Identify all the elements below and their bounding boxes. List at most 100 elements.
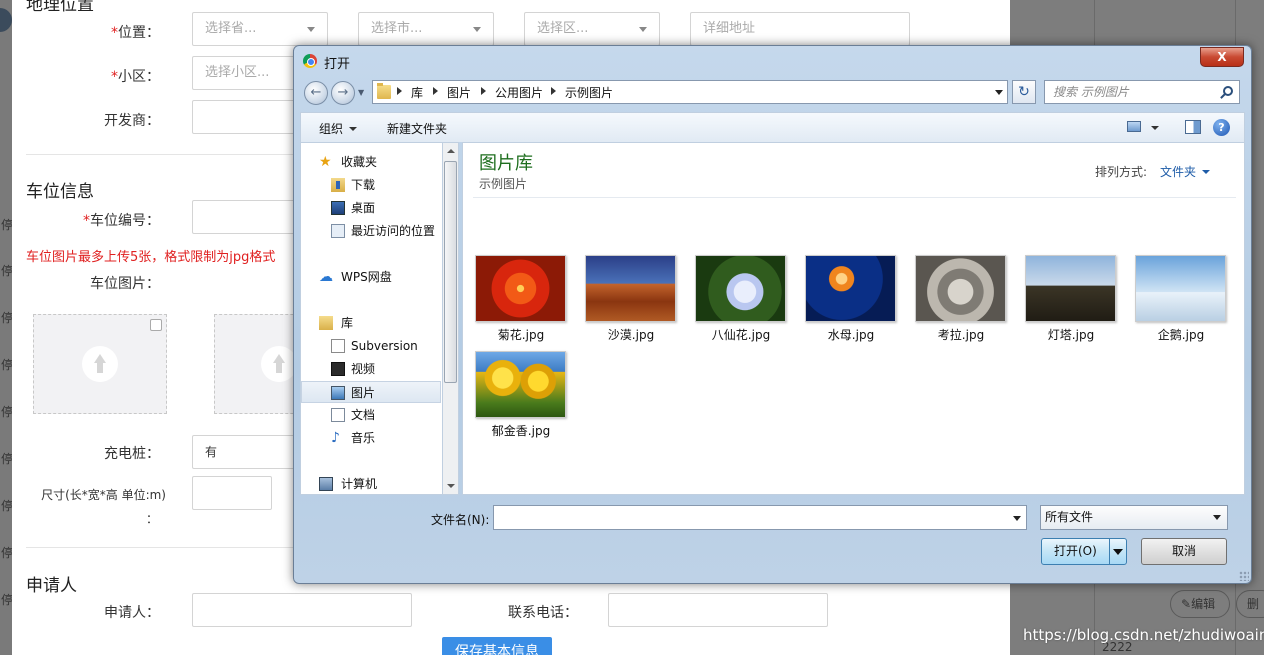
select-checkbox[interactable] xyxy=(150,319,162,331)
search-icon[interactable] xyxy=(1223,86,1233,96)
library-title: 图片库 xyxy=(479,153,533,174)
dialog-titlebar[interactable]: 打开 X xyxy=(294,46,1251,76)
section-title-applicant: 申请人 xyxy=(26,576,77,596)
nav-item-videos[interactable]: 视频 xyxy=(301,358,441,380)
breadcrumb-arrow-icon xyxy=(397,87,402,95)
image-thumbnail xyxy=(475,351,566,418)
size-input[interactable] xyxy=(192,476,272,510)
nav-item-favorites[interactable]: ★ 收藏夹 xyxy=(301,151,441,173)
image-thumbnail xyxy=(585,255,676,322)
close-button[interactable]: X xyxy=(1200,47,1244,67)
developer-label: 开发商： xyxy=(104,113,160,129)
breadcrumb-item[interactable]: 库 xyxy=(411,84,423,101)
refresh-button[interactable]: ↻ xyxy=(1012,80,1036,104)
city-select[interactable]: 选择市... xyxy=(358,12,494,46)
computer-icon xyxy=(319,477,333,491)
province-select[interactable]: 选择省... xyxy=(192,12,328,46)
nav-scrollbar[interactable] xyxy=(442,142,459,495)
new-folder-button[interactable]: 新建文件夹 xyxy=(387,120,447,137)
library-subtitle: 示例图片 xyxy=(479,177,528,191)
nav-item-wps-cloud[interactable]: ☁ WPS网盘 xyxy=(301,266,441,288)
address-bar[interactable]: 库 图片 公用图片 示例图片 xyxy=(372,80,1008,104)
scrollbar-thumb[interactable] xyxy=(444,161,457,383)
chevron-down-icon[interactable] xyxy=(1013,516,1021,521)
folder-icon xyxy=(377,83,391,99)
breadcrumb-item[interactable]: 图片 xyxy=(447,84,471,101)
download-folder-icon xyxy=(331,178,345,192)
filename-label: 文件名(N): xyxy=(431,513,490,527)
avatar xyxy=(0,8,12,32)
watermark: https://blog.csdn.net/zhudiwoaini xyxy=(1023,626,1264,644)
navigation-pane: ★ 收藏夹 下载 桌面 最近访问的位置 ☁ WPS网盘 库 Subversion 视… xyxy=(300,142,442,495)
file-name: 郁金香.jpg xyxy=(491,424,551,438)
chevron-down-icon xyxy=(349,127,358,131)
scroll-down-icon[interactable] xyxy=(447,484,455,488)
library-icon xyxy=(319,316,333,330)
breadcrumb-arrow-icon xyxy=(481,87,486,95)
back-button[interactable]: ← xyxy=(304,81,328,105)
search-input[interactable]: 搜索 示例图片 xyxy=(1044,80,1240,104)
file-item[interactable]: 沙漠.jpg xyxy=(581,251,681,342)
nav-item-pictures[interactable]: 图片 xyxy=(301,381,441,403)
divider xyxy=(473,197,1236,198)
size-label-suffix: ： xyxy=(145,512,158,526)
file-type-select[interactable]: 所有文件 xyxy=(1040,505,1228,530)
image-upload-slot[interactable] xyxy=(33,314,167,414)
section-title-location: 地理位置 xyxy=(26,0,94,15)
chevron-down-icon xyxy=(1213,515,1221,520)
address-input[interactable]: 详细地址 xyxy=(690,12,910,46)
resize-grip-icon[interactable] xyxy=(1239,571,1249,581)
file-item[interactable]: 郁金香.jpg xyxy=(471,347,571,438)
nav-item-downloads[interactable]: 下载 xyxy=(301,174,441,196)
breadcrumb-arrow-icon xyxy=(433,87,438,95)
organize-menu[interactable]: 组织 xyxy=(319,120,358,137)
file-item[interactable]: 菊花.jpg xyxy=(471,251,571,342)
subversion-icon xyxy=(331,339,345,353)
dialog-toolbar: 组织 新建文件夹 ? xyxy=(300,112,1245,142)
chevron-down-icon[interactable] xyxy=(1151,126,1159,130)
parking-number-label: *车位编号： xyxy=(83,213,160,229)
nav-item-libraries[interactable]: 库 xyxy=(301,312,441,334)
image-thumbnail xyxy=(695,255,786,322)
cancel-button[interactable]: 取消 xyxy=(1141,538,1227,565)
file-item[interactable]: 八仙花.jpg xyxy=(691,251,791,342)
applicant-input[interactable] xyxy=(192,593,412,627)
edit-button[interactable]: ✎编辑 xyxy=(1170,590,1230,618)
filename-input[interactable] xyxy=(493,505,1027,530)
forward-button[interactable]: → xyxy=(331,81,355,105)
nav-item-subversion[interactable]: Subversion xyxy=(301,335,441,357)
help-icon[interactable]: ? xyxy=(1213,119,1230,136)
applicant-label: 申请人： xyxy=(104,605,160,621)
upload-warning: 车位图片最多上传5张，格式限制为jpg格式 xyxy=(26,250,276,265)
delete-button[interactable]: 删 xyxy=(1236,590,1264,618)
phone-input[interactable] xyxy=(608,593,828,627)
view-mode-icon[interactable] xyxy=(1127,121,1141,132)
image-thumbnail xyxy=(475,255,566,322)
chevron-down-icon[interactable] xyxy=(995,90,1003,95)
file-item[interactable]: 考拉.jpg xyxy=(911,251,1011,342)
recent-places-icon xyxy=(331,224,345,238)
breadcrumb-item[interactable]: 示例图片 xyxy=(565,84,613,101)
nav-item-music[interactable]: ♪ 音乐 xyxy=(301,427,441,449)
open-button[interactable]: 打开(O) xyxy=(1041,538,1127,565)
music-icon: ♪ xyxy=(331,430,340,446)
save-basic-info-button[interactable]: 保存基本信息 xyxy=(442,637,552,655)
district-select[interactable]: 选择区... xyxy=(524,12,660,46)
recent-locations-icon[interactable]: ▼ xyxy=(358,88,364,97)
nav-item-recent-places[interactable]: 最近访问的位置 xyxy=(301,220,441,242)
address-row: ← → ▼ 库 图片 公用图片 示例图片 ↻ 搜索 示例图片 xyxy=(302,78,1242,106)
preview-pane-icon[interactable] xyxy=(1185,120,1201,134)
file-item[interactable]: 水母.jpg xyxy=(801,251,901,342)
scroll-up-icon[interactable] xyxy=(447,149,455,153)
phone-label: 联系电话： xyxy=(508,605,578,621)
nav-item-documents[interactable]: 文档 xyxy=(301,404,441,426)
open-options-button[interactable] xyxy=(1109,539,1126,564)
chevron-down-icon xyxy=(639,27,647,32)
file-item[interactable]: 灯塔.jpg xyxy=(1021,251,1121,342)
sort-by-dropdown[interactable]: 文件夹 xyxy=(1160,163,1211,180)
nav-item-computer[interactable]: 计算机 xyxy=(301,473,441,494)
background-left-strip: 停 停 停 停 停 停 停 停 停 xyxy=(0,0,13,655)
nav-item-desktop[interactable]: 桌面 xyxy=(301,197,441,219)
file-item[interactable]: 企鹅.jpg xyxy=(1131,251,1231,342)
breadcrumb-item[interactable]: 公用图片 xyxy=(495,84,543,101)
